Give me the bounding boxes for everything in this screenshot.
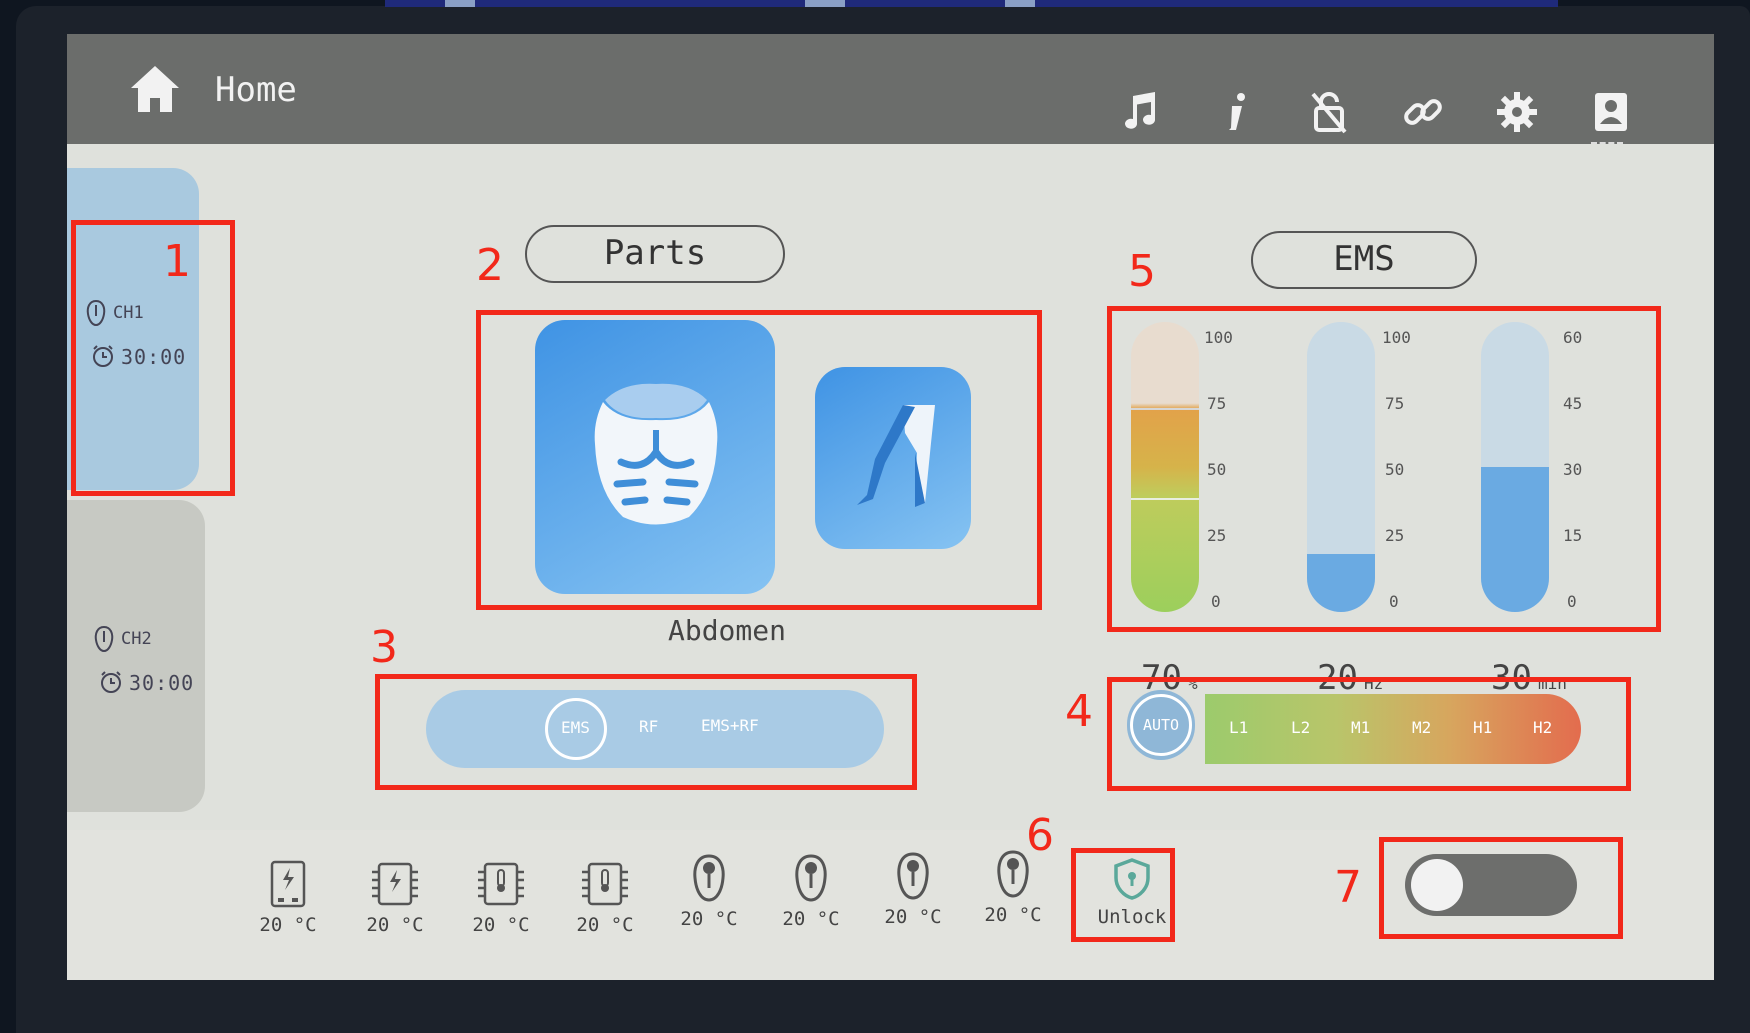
ems-handle-temp: 20 °C <box>258 860 318 936</box>
page-title: Home <box>215 70 297 110</box>
probe-1-temp: 20 °C <box>679 854 739 930</box>
rf1-pad-temp: 20 °C <box>471 860 531 936</box>
ems-pad-icon <box>372 862 418 906</box>
annotation-number-6: 6 <box>1026 810 1054 861</box>
temperature-value: 20 °C <box>884 906 942 928</box>
annotation-number-4: 4 <box>1065 686 1093 737</box>
user-icon[interactable] <box>1589 90 1633 134</box>
channel-time: 30:00 <box>129 671 195 695</box>
probe-2-icon <box>795 854 827 902</box>
temperature-value: 20 °C <box>680 908 738 930</box>
channel-name: CH2 <box>121 629 152 649</box>
probe-1-icon <box>693 854 725 902</box>
annotation-box-5 <box>1107 306 1661 632</box>
temperature-value: 20 °C <box>366 914 424 936</box>
probe-3-icon <box>897 852 929 900</box>
annotation-box-6 <box>1071 848 1175 942</box>
annotation-box-4 <box>1107 677 1631 791</box>
rf1-pad-icon <box>478 862 524 906</box>
annotation-box-2 <box>476 310 1042 610</box>
home-icon[interactable] <box>129 64 181 118</box>
annotation-number-7: 7 <box>1334 862 1362 913</box>
annotation-number-2: 2 <box>476 240 504 291</box>
selected-part-label: Abdomen <box>667 614 786 647</box>
annotation-box-3 <box>375 674 917 790</box>
link-icon[interactable] <box>1401 90 1445 134</box>
temperature-value: 20 °C <box>782 908 840 930</box>
gear-icon[interactable] <box>1495 90 1539 134</box>
annotation-box-1 <box>71 220 235 496</box>
ems-handle-icon <box>270 860 306 908</box>
unlock-disabled-icon[interactable] <box>1307 90 1351 134</box>
annotation-number-5: 5 <box>1128 246 1156 297</box>
rf2-pad-temp: 20 °C <box>575 860 635 936</box>
probe-4-temp: 20 °C <box>983 850 1043 926</box>
temperature-value: 20 °C <box>984 904 1042 926</box>
probe-icon <box>94 626 114 652</box>
top-strip <box>385 0 1558 7</box>
channel-card-ch2[interactable]: CH2 30:00 <box>67 500 205 812</box>
probe-2-temp: 20 °C <box>781 854 841 930</box>
temperature-value: 20 °C <box>576 914 634 936</box>
parts-title: Parts <box>525 225 785 283</box>
ems-pad-temp: 20 °C <box>365 860 425 936</box>
annotation-number-3: 3 <box>370 622 398 673</box>
temperature-value: 20 °C <box>472 914 530 936</box>
annotation-box-7 <box>1379 837 1623 939</box>
user-underline <box>1591 142 1623 146</box>
clock-icon <box>101 671 121 693</box>
music-icon[interactable] <box>1119 90 1163 134</box>
rf2-pad-icon <box>582 862 628 906</box>
header-bar: Home <box>67 34 1714 144</box>
info-icon[interactable] <box>1215 90 1259 134</box>
annotation-number-1: 1 <box>163 236 191 287</box>
ems-title: EMS <box>1251 231 1477 289</box>
probe-3-temp: 20 °C <box>883 852 943 928</box>
temperature-value: 20 °C <box>259 914 317 936</box>
